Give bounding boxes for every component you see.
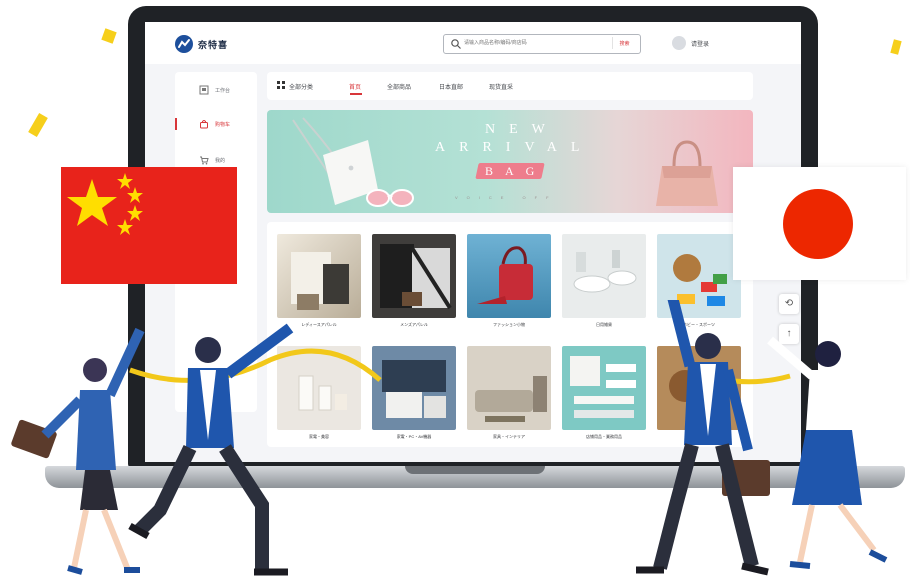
tab-in-stock[interactable]: 现货直采 xyxy=(489,82,513,91)
brand-name[interactable]: 奈特喜 xyxy=(198,38,228,51)
tab-all-products[interactable]: 全部商品 xyxy=(387,82,411,91)
sidebar-item-label: 购物车 xyxy=(215,122,231,128)
china-flag-stars-icon xyxy=(67,173,143,235)
tab-home[interactable]: 首页 xyxy=(349,82,361,91)
category-tabs: 全部分类 首页 全部商品 日本直邮 现货直采 xyxy=(267,72,753,100)
avatar[interactable] xyxy=(672,36,686,50)
promo-banner[interactable]: NEW ARRIVAL BAG VOICE OFF xyxy=(267,110,753,213)
confetti-piece xyxy=(101,28,117,44)
bag-icon xyxy=(200,120,208,129)
login-link[interactable]: 请登录 xyxy=(691,39,709,48)
confetti-piece xyxy=(28,112,48,138)
banner-title-line3: BAG xyxy=(485,164,547,178)
banner-title-line1: NEW xyxy=(485,122,559,137)
home-icon xyxy=(199,85,209,95)
grid-icon xyxy=(277,81,285,89)
cart-icon xyxy=(200,156,209,165)
search-icon xyxy=(451,39,461,49)
active-tab-underline xyxy=(350,93,362,95)
china-flag xyxy=(61,167,237,284)
tab-japan-direct[interactable]: 日本直邮 xyxy=(439,82,463,91)
sunglasses-illustration xyxy=(366,189,414,207)
sidebar-item-label: 工作台 xyxy=(215,88,231,94)
banner-subtitle: VOICE OFF xyxy=(455,195,558,200)
tab-all-categories[interactable]: 全部分类 xyxy=(289,82,313,91)
active-indicator xyxy=(175,118,177,130)
brand-logo-icon[interactable] xyxy=(175,35,193,53)
sidebar-item-label: 我的 xyxy=(215,158,226,164)
japan-flag xyxy=(733,167,906,280)
business-people-illustration xyxy=(11,300,897,576)
pink-handbag-illustration xyxy=(656,140,718,206)
search-button[interactable]: 搜索 xyxy=(612,37,636,49)
sidebar-item-workbench[interactable]: 工作台 xyxy=(175,80,257,100)
sidebar-item-cart-active[interactable]: 购物车 xyxy=(175,114,257,134)
search-input[interactable] xyxy=(464,35,606,51)
confetti-piece xyxy=(890,39,902,55)
app-header: 奈特喜 搜索 请登录 xyxy=(145,22,801,64)
search-bar: 搜索 xyxy=(443,34,641,54)
banner-title-line2: ARRIVAL xyxy=(435,140,594,155)
japan-flag-sun xyxy=(783,189,853,259)
